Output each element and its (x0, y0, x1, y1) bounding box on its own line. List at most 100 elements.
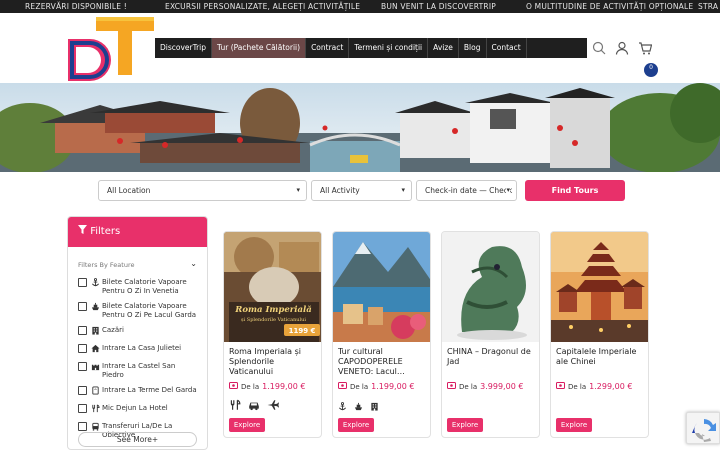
hotel-icon (370, 396, 379, 415)
feature-filter-item[interactable]: Bilete Calatorie Vapoare Pentru O Zi In … (68, 275, 207, 299)
home-icon (91, 344, 100, 356)
date-range-input[interactable]: Check-in date — Check ▾ (416, 180, 517, 201)
tour-title[interactable]: CHINA – Dragonul de Jad (442, 342, 539, 378)
feature-filter-label: Bilete Calatorie Vapoare Pentru O Zi Pe … (102, 302, 197, 319)
price-tag-icon (229, 382, 238, 391)
feature-checkbox[interactable] (78, 422, 87, 431)
tour-amenities (333, 391, 430, 415)
feature-filter-item[interactable]: Bilete Calatorie Vapoare Pentru O Zi Pe … (68, 299, 207, 323)
feature-checkbox[interactable] (78, 386, 87, 395)
feature-filter-label: Cazări (102, 326, 124, 334)
tour-card[interactable]: Tur cultural CAPODOPERELE VENETO: Lacul…… (332, 231, 431, 438)
ticker-text: BUN VENIT LA DISCOVERTRIP (381, 2, 496, 11)
tour-card[interactable]: CHINA – Dragonul de Jad De la 3.999,00 € Ex… (441, 231, 540, 438)
anchor-icon (91, 278, 100, 290)
feature-checkbox[interactable] (78, 302, 87, 311)
car-icon (248, 396, 260, 415)
recaptcha-badge[interactable] (686, 412, 720, 444)
tour-price: De la 1.199,00 € (224, 378, 321, 391)
price-tag-icon (447, 382, 456, 391)
ship-icon (354, 396, 363, 415)
see-more-button[interactable]: See More+ (78, 432, 197, 447)
ticker-text: O MULTITUDINE DE ACTIVITĂȚI OPȚIONALE (526, 2, 694, 11)
feature-checkbox[interactable] (78, 278, 87, 287)
recaptcha-icon (692, 419, 716, 442)
chevron-down-icon: ▾ (506, 181, 510, 200)
tour-title[interactable]: Roma Imperiala și Splendorile Vaticanulu… (224, 342, 321, 378)
cart-icon[interactable]: 0 (638, 40, 658, 77)
price-prefix: De la (241, 382, 260, 391)
nav-item-blog[interactable]: Blog (459, 38, 487, 58)
filters-header: Filters (68, 217, 207, 247)
tour-price: De la 3.999,00 € (442, 378, 539, 391)
feature-checkbox[interactable] (78, 344, 87, 353)
tour-card[interactable]: Roma Imperială și Splendorile Vaticanului… (223, 231, 322, 438)
feature-filter-label: Intrare La Castel San Piedro (102, 362, 176, 379)
search-icon[interactable] (592, 40, 606, 55)
explore-button[interactable]: Explore (556, 418, 592, 432)
filters-title: Filters (90, 226, 121, 237)
tour-title[interactable]: Capitalele Imperiale ale Chinei (551, 342, 648, 378)
feature-checkbox[interactable] (78, 404, 87, 413)
feature-filter-item[interactable]: Cazări (68, 323, 207, 341)
feature-filter-label: Bilete Calatorie Vapoare Pentru O Zi In … (102, 278, 187, 295)
tour-card[interactable]: Capitalele Imperiale ale Chinei De la 1.29… (550, 231, 649, 438)
price-value: 1.199,00 € (371, 382, 415, 391)
nav-item-tours[interactable]: Tur (Pachete Călătorii) (212, 38, 307, 58)
price-prefix: De la (350, 382, 369, 391)
date-range-value: Check-in date — Check (425, 186, 513, 195)
filter-icon (78, 225, 90, 237)
tour-title[interactable]: Tur cultural CAPODOPERELE VENETO: Lacul… (333, 342, 430, 378)
top-ticker: REZERVĂRI DISPONIBILE ! EXCURSII PERSONA… (0, 0, 720, 13)
tour-image[interactable] (442, 232, 539, 342)
ticker-text: STRA (698, 2, 719, 11)
fork-knife-icon (229, 396, 241, 415)
tour-image[interactable]: Roma Imperială și Splendorile Vaticanului… (224, 232, 321, 342)
activity-select[interactable]: All Activity ▾ (311, 180, 412, 201)
breakfast-icon (91, 404, 100, 416)
feature-filter-item[interactable]: Intrare La Castel San Piedro (68, 359, 207, 383)
nav-item-avize[interactable]: Avize (428, 38, 459, 58)
header-icons: 0 (592, 40, 658, 77)
feature-filter-item[interactable]: Mic Dejun La Hotel (68, 401, 207, 419)
cart-count-badge: 0 (644, 63, 658, 77)
feature-checkbox[interactable] (78, 362, 87, 371)
tour-search-bar: All Location ▾ All Activity ▾ Check-in d… (98, 180, 625, 201)
explore-button[interactable]: Explore (338, 418, 374, 432)
location-select[interactable]: All Location ▾ (98, 180, 307, 201)
ship-icon (91, 302, 100, 314)
ticker-text: EXCURSII PERSONALIZATE, ALEGEȚI ACTIVITĂ… (165, 2, 361, 11)
price-prefix: De la (568, 382, 587, 391)
tour-image[interactable] (333, 232, 430, 342)
feature-filter-item[interactable]: Intrare La Terme Del Garda (68, 383, 207, 401)
tour-price: De la 1.199,00 € (333, 378, 430, 391)
tour-amenities (442, 391, 539, 396)
nav-item-discovertrip[interactable]: DiscoverTrip (155, 38, 213, 58)
chevron-down-icon: ⌄ (190, 259, 197, 268)
price-value: 1.199,00 € (262, 382, 306, 391)
nav-item-contact[interactable]: Contact (487, 38, 527, 58)
feature-filter-list: Bilete Calatorie Vapoare Pentru O Zi In … (68, 275, 207, 443)
dt-logo[interactable] (66, 13, 156, 83)
nav-item-terms[interactable]: Termeni și condiții (349, 38, 429, 58)
feature-checkbox[interactable] (78, 326, 87, 335)
filters-by-feature-label: Filters By Feature (78, 261, 135, 269)
filters-by-feature-toggle[interactable]: Filters By Feature ⌄ (68, 247, 207, 275)
explore-button[interactable]: Explore (447, 418, 483, 432)
hero-banner (0, 83, 720, 172)
hotel-icon (91, 326, 100, 338)
activity-select-value: All Activity (320, 186, 360, 195)
explore-button[interactable]: Explore (229, 418, 265, 432)
location-select-value: All Location (107, 186, 151, 195)
price-tag-icon (556, 382, 565, 391)
nav-item-contract[interactable]: Contract (306, 38, 350, 58)
hero-image (0, 83, 720, 172)
user-icon[interactable] (615, 40, 629, 55)
find-tours-button[interactable]: Find Tours (525, 180, 625, 201)
plane-icon (267, 396, 279, 415)
feature-filter-item[interactable]: Intrare La Casa Julietei (68, 341, 207, 359)
tour-image[interactable] (551, 232, 648, 342)
card-image-price: 1199 € (289, 327, 316, 335)
price-tag-icon (338, 382, 347, 391)
card-image-subtitle: și Splendorile Vaticanului (241, 317, 306, 323)
